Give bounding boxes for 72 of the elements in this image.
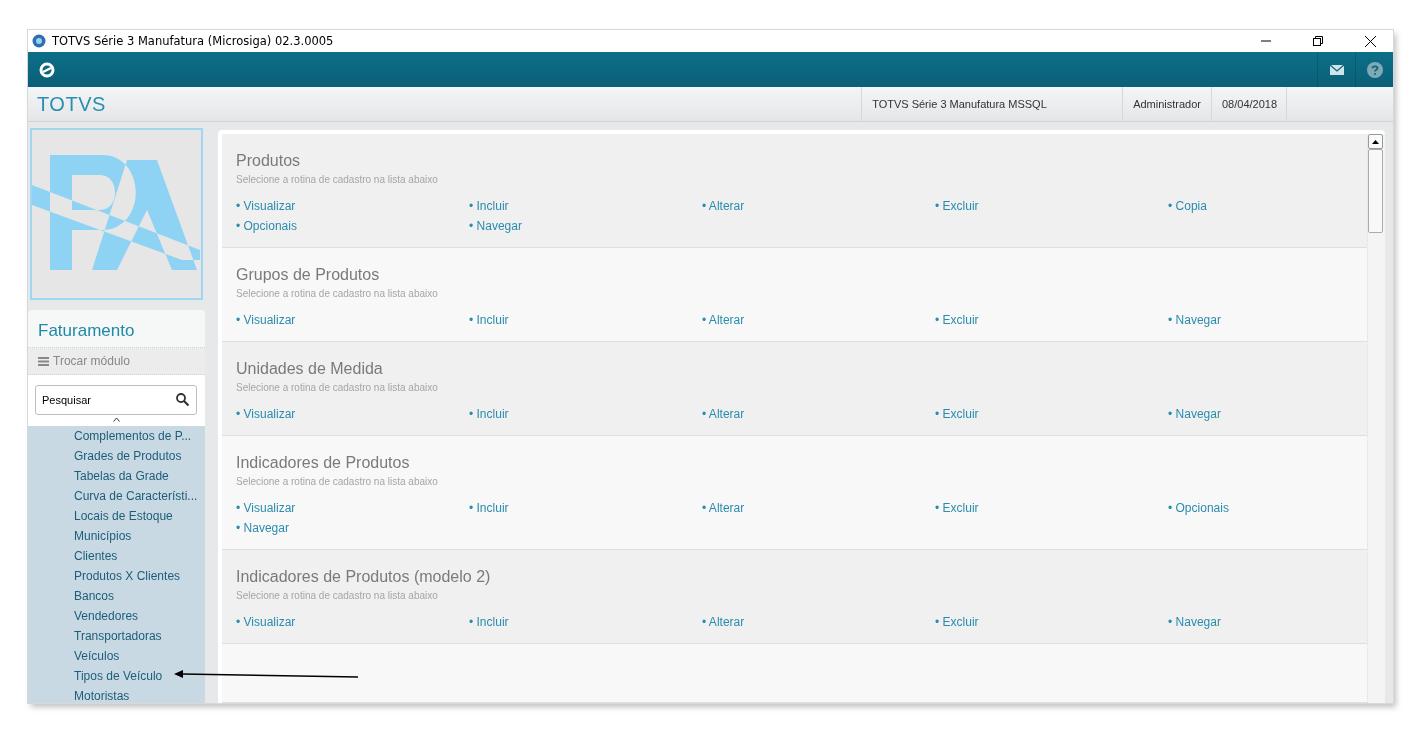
routine-link[interactable]: • Opcionais <box>1168 501 1229 515</box>
up-triangle-icon <box>1372 139 1379 144</box>
app-icon <box>32 34 46 48</box>
menu-item[interactable]: Clientes <box>74 546 205 566</box>
close-icon <box>1364 35 1376 47</box>
logo-icon[interactable] <box>39 61 55 78</box>
routine-link[interactable]: • Visualizar <box>236 615 296 629</box>
routine-link[interactable]: • Navegar <box>236 521 289 535</box>
menu-item[interactable]: Tipos de Veículo <box>74 666 205 686</box>
routine-link[interactable]: • Incluir <box>469 313 509 327</box>
scrollbar[interactable] <box>1367 134 1385 703</box>
routine-link[interactable]: • Excluir <box>935 501 979 515</box>
routine-link[interactable]: • Navegar <box>1168 313 1221 327</box>
routine-link[interactable]: • Alterar <box>702 199 745 213</box>
menu-item[interactable]: Produtos X Clientes <box>74 566 205 586</box>
brand-title: TOTVS <box>36 92 107 116</box>
menu-item[interactable]: Bancos <box>74 586 205 606</box>
routine-title: Indicadores de Produtos (modelo 2) <box>236 568 492 586</box>
routine-subtitle: Selecione a rotina de cadastro na lista abaixo <box>236 288 439 299</box>
menu-item[interactable]: Grades de Produtos <box>74 446 205 466</box>
routine-link[interactable]: • Opcionais <box>236 219 297 233</box>
scroll-up-button[interactable] <box>1368 134 1383 149</box>
routine-link[interactable]: • Visualizar <box>236 407 296 421</box>
routine-link[interactable]: • Alterar <box>702 615 745 629</box>
routine-link[interactable]: • Alterar <box>702 407 745 421</box>
menu-item[interactable]: Vendedores <box>74 606 205 626</box>
date-label: 08/04/2018 <box>1211 87 1287 121</box>
routine-subtitle: Selecione a rotina de cadastro na lista abaixo <box>236 590 439 601</box>
routine-link[interactable]: • Excluir <box>935 313 979 327</box>
routine-link[interactable]: • Incluir <box>469 407 509 421</box>
menu-item[interactable]: Complementos de P... <box>74 426 205 446</box>
routine-subtitle: Selecione a rotina de cadastro na lista abaixo <box>236 476 439 487</box>
routine-link[interactable]: • Incluir <box>469 199 509 213</box>
menu-item[interactable]: Tabelas da Grade <box>74 466 205 486</box>
routine-title: Grupos de Produtos <box>236 266 381 284</box>
routine-link[interactable]: • Navegar <box>1168 615 1221 629</box>
routine-link[interactable]: • Visualizar <box>236 199 296 213</box>
routine-link[interactable]: • Excluir <box>935 199 979 213</box>
routine-link[interactable]: • Alterar <box>702 313 745 327</box>
search-field[interactable]: Pesquisar <box>35 385 197 415</box>
menu-item[interactable]: Municípios <box>74 526 205 546</box>
routine-title: Indicadores de Produtos <box>236 454 411 472</box>
menu-item[interactable]: Transportadoras <box>74 626 205 646</box>
envelope-icon <box>1329 64 1344 75</box>
routine-link[interactable]: • Incluir <box>469 615 509 629</box>
environment-label: TOTVS Série 3 Manufatura MSSQL <box>861 87 1123 121</box>
scroll-thumb[interactable] <box>1368 149 1383 233</box>
scroll-up-icon[interactable] <box>113 417 120 422</box>
routine-link[interactable]: • Copia <box>1168 199 1207 213</box>
menu-icon <box>38 356 49 366</box>
routine-link[interactable]: • Excluir <box>935 615 979 629</box>
search-icon[interactable] <box>176 393 189 406</box>
routine-link[interactable]: • Visualizar <box>236 501 296 515</box>
routine-link[interactable]: • Visualizar <box>236 313 296 327</box>
routine-link[interactable]: • Navegar <box>469 219 522 233</box>
switch-module-button[interactable]: Trocar módulo <box>28 348 205 375</box>
routine-title: Unidades de Medida <box>236 360 384 378</box>
routine-title: Produtos <box>236 152 302 170</box>
menu-item[interactable]: Motoristas <box>74 686 205 703</box>
routine-link[interactable]: • Excluir <box>935 407 979 421</box>
help-icon <box>1366 61 1383 78</box>
user-label: Administrador <box>1122 87 1211 121</box>
routine-link[interactable]: • Incluir <box>469 501 509 515</box>
routine-link[interactable]: • Navegar <box>1168 407 1221 421</box>
routine-subtitle: Selecione a rotina de cadastro na lista abaixo <box>236 382 439 393</box>
restore-icon <box>1313 36 1323 46</box>
routine-link[interactable]: • Alterar <box>702 501 745 515</box>
routine-subtitle: Selecione a rotina de cadastro na lista abaixo <box>236 174 439 185</box>
menu-item[interactable]: Curva de Característi... <box>74 486 205 506</box>
menu-item[interactable]: Veículos <box>74 646 205 666</box>
menu-item[interactable]: Locais de Estoque <box>74 506 205 526</box>
window-title: TOTVS Série 3 Manufatura (Microsiga) 02.3.0005 <box>52 34 335 48</box>
